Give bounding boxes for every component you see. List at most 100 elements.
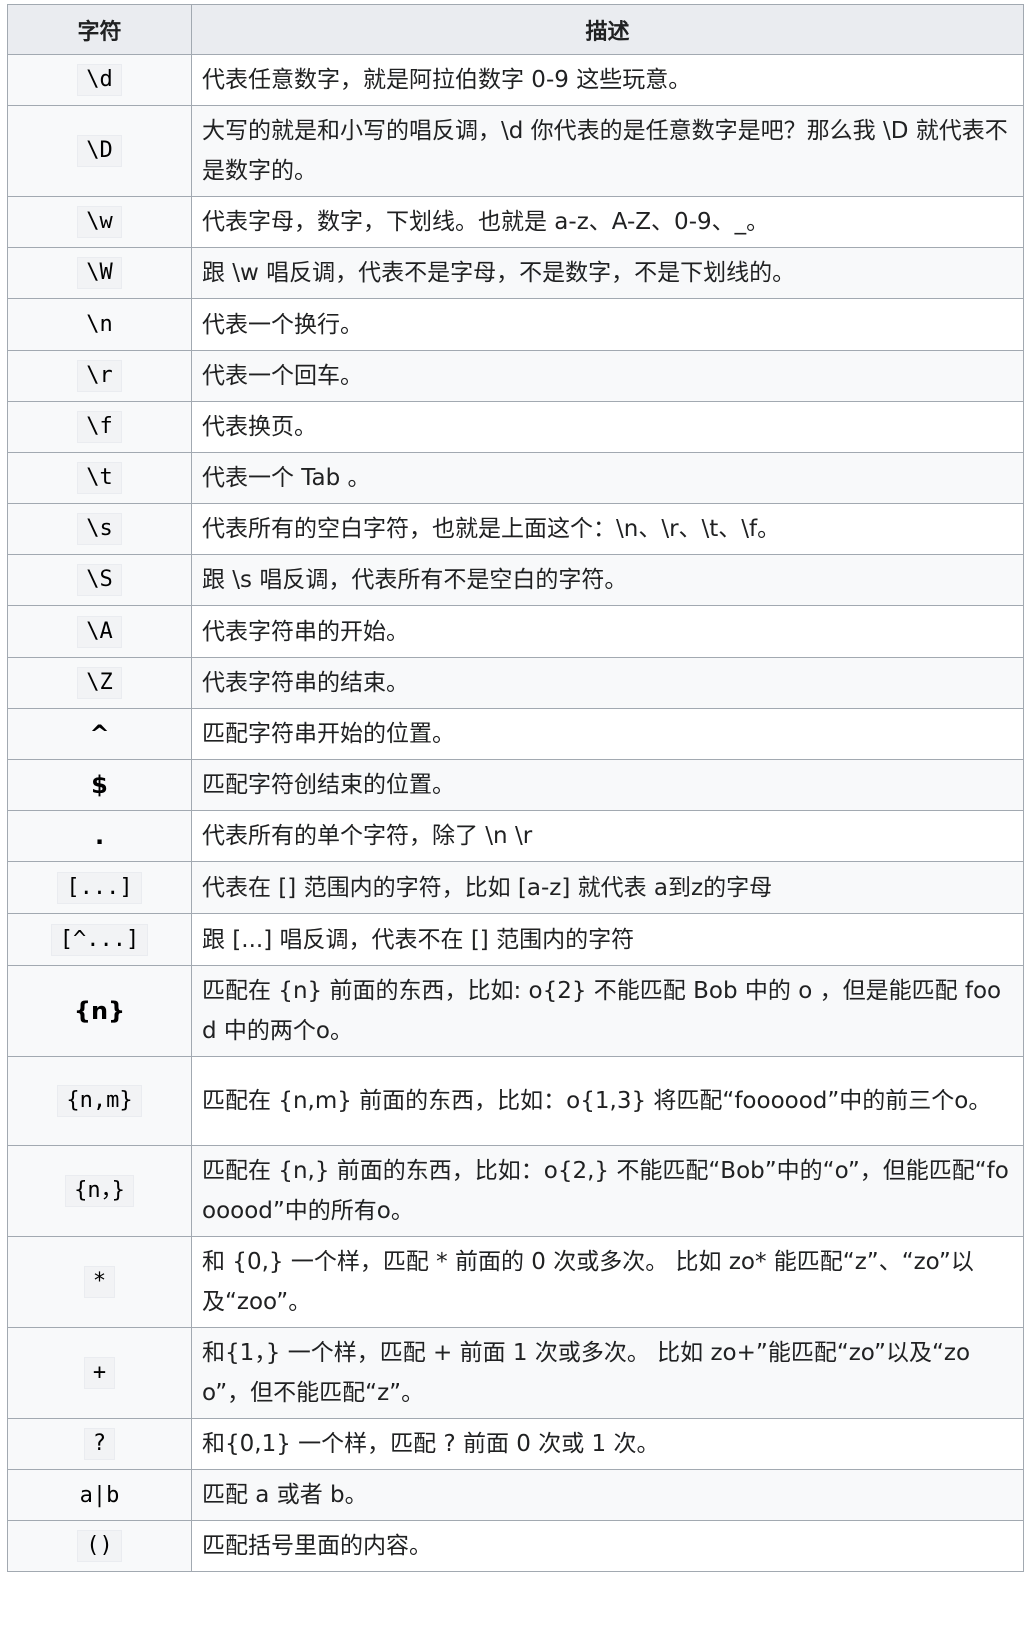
symbol-cell: {n} <box>7 965 192 1057</box>
description-cell: 代表字母，数字，下划线。也就是 a-z、A-Z、0-9、_。 <box>191 196 1024 248</box>
regex-symbol: \d <box>77 64 122 96</box>
table-row: {n，} 匹配在 {n,} 前面的东西，比如：o{2,} 不能匹配“Bob”中的“… <box>7 1145 1024 1237</box>
regex-symbol: \D <box>77 135 122 167</box>
description-cell: 代表字符串的开始。 <box>191 605 1024 658</box>
description-cell: 匹配 a 或者 b。 <box>191 1469 1024 1521</box>
table-row: \r 代表一个回车。 <box>7 350 1024 402</box>
regex-symbol: * <box>83 1266 116 1298</box>
regex-symbol: \S <box>77 564 122 596</box>
description-cell: 跟 \s 唱反调，代表所有不是空白的字符。 <box>191 554 1024 606</box>
regex-symbol: \A <box>77 615 122 648</box>
symbol-cell: $ <box>7 759 192 811</box>
description-cell: 代表字符串的结束。 <box>191 657 1024 709</box>
symbol-cell: {n，} <box>7 1145 192 1237</box>
symbol-cell: [...] <box>7 861 192 914</box>
regex-symbol: \s <box>77 513 122 545</box>
regex-symbol: . <box>94 822 105 850</box>
table-row: \n 代表一个换行。 <box>7 298 1024 351</box>
description-cell: 代表所有的单个字符，除了 \n \r <box>191 810 1024 862</box>
description-cell: 代表一个换行。 <box>191 298 1024 351</box>
symbol-cell: \n <box>7 298 192 351</box>
table-row: [...] 代表在 [] 范围内的字符，比如 [a-z] 就代表 a到z的字母 <box>7 861 1024 914</box>
regex-symbol: \t <box>77 462 122 494</box>
table-row: \f 代表换页。 <box>7 401 1024 453</box>
header-symbol: 字符 <box>7 4 192 55</box>
regex-symbol-table: 字符 描述 \d 代表任意数字，就是阿拉伯数字 0-9 这些玩意。 \D 大写的就是和… <box>7 4 1024 1572</box>
regex-symbol: () <box>77 1530 122 1562</box>
table-row: () 匹配括号里面的内容。 <box>7 1520 1024 1572</box>
table-row: \t 代表一个 Tab 。 <box>7 452 1024 504</box>
symbol-cell: \w <box>7 196 192 248</box>
description-cell: 代表所有的空白字符，也就是上面这个：\n、\r、\t、\f。 <box>191 503 1024 555</box>
symbol-cell: {n,m} <box>7 1056 192 1146</box>
regex-symbol: $ <box>91 771 108 799</box>
table-row: [^...] 跟 [...] 唱反调，代表不在 [] 范围内的字符 <box>7 913 1024 966</box>
regex-symbol: a|b <box>79 1482 120 1508</box>
description-cell: 匹配在 {n,m} 前面的东西，比如：o{1,3} 将匹配“foooood”中的… <box>191 1056 1024 1146</box>
symbol-cell: \f <box>7 401 192 453</box>
description-cell: 代表一个 Tab 。 <box>191 452 1024 504</box>
table-row: \S 跟 \s 唱反调，代表所有不是空白的字符。 <box>7 554 1024 606</box>
symbol-cell: \Z <box>7 657 192 709</box>
symbol-cell: \s <box>7 503 192 555</box>
regex-symbol: \r <box>77 360 122 392</box>
regex-symbol: {n} <box>73 997 126 1025</box>
symbol-cell: . <box>7 810 192 862</box>
symbol-cell: \S <box>7 554 192 606</box>
regex-symbol: ^ <box>89 720 110 748</box>
regex-symbol: \Z <box>77 667 122 699</box>
description-cell: 和{0,1} 一个样，匹配 ? 前面 0 次或 1 次。 <box>191 1418 1024 1470</box>
description-cell: 匹配字符串开始的位置。 <box>191 708 1024 760</box>
table-row: \s 代表所有的空白字符，也就是上面这个：\n、\r、\t、\f。 <box>7 503 1024 555</box>
symbol-cell: \D <box>7 105 192 197</box>
table-row: * 和 {0,} 一个样，匹配 * 前面的 0 次或多次。 比如 zo* 能匹配“… <box>7 1236 1024 1328</box>
table-row: \D 大写的就是和小写的唱反调，\d 你代表的是任意数字是吧？那么我 \D 就代表… <box>7 105 1024 197</box>
regex-symbol: {n，} <box>65 1175 134 1207</box>
table-row: + 和{1，} 一个样，匹配 + 前面 1 次或多次。 比如 zo+”能匹配“zo… <box>7 1327 1024 1419</box>
symbol-cell: () <box>7 1520 192 1572</box>
table-row: ? 和{0,1} 一个样，匹配 ? 前面 0 次或 1 次。 <box>7 1418 1024 1470</box>
symbol-cell: a|b <box>7 1469 192 1521</box>
symbol-cell: ^ <box>7 708 192 760</box>
table-row: {n} 匹配在 {n} 前面的东西，比如: o{2} 不能匹配 Bob 中的 o … <box>7 965 1024 1057</box>
symbol-cell: \d <box>7 54 192 106</box>
description-cell: 大写的就是和小写的唱反调，\d 你代表的是任意数字是吧？那么我 \D 就代表不是… <box>191 105 1024 197</box>
regex-symbol: \W <box>77 257 122 289</box>
table-row: {n,m} 匹配在 {n,m} 前面的东西，比如：o{1,3} 将匹配“foooo… <box>7 1056 1024 1146</box>
description-cell: 匹配在 {n,} 前面的东西，比如：o{2,} 不能匹配“Bob”中的“o”，但… <box>191 1145 1024 1237</box>
symbol-cell: ? <box>7 1418 192 1470</box>
regex-symbol: \n <box>86 312 113 337</box>
description-cell: 匹配字符创结束的位置。 <box>191 759 1024 811</box>
table-row: a|b 匹配 a 或者 b。 <box>7 1469 1024 1521</box>
description-cell: 匹配括号里面的内容。 <box>191 1520 1024 1572</box>
table-row: \d 代表任意数字，就是阿拉伯数字 0-9 这些玩意。 <box>7 54 1024 106</box>
symbol-cell: \A <box>7 605 192 658</box>
symbol-cell: + <box>7 1327 192 1419</box>
regex-symbol: \w <box>77 206 122 238</box>
symbol-cell: [^...] <box>7 913 192 966</box>
regex-symbol: [^...] <box>50 923 149 956</box>
table-row: \W 跟 \w 唱反调，代表不是字母，不是数字，不是下划线的。 <box>7 247 1024 299</box>
table-row: . 代表所有的单个字符，除了 \n \r <box>7 810 1024 862</box>
header-description: 描述 <box>191 4 1024 55</box>
symbol-cell: * <box>7 1236 192 1328</box>
description-cell: 跟 \w 唱反调，代表不是字母，不是数字，不是下划线的。 <box>191 247 1024 299</box>
regex-symbol: \f <box>77 411 122 443</box>
symbol-cell: \W <box>7 247 192 299</box>
table-row: \A 代表字符串的开始。 <box>7 605 1024 658</box>
description-cell: 代表换页。 <box>191 401 1024 453</box>
regex-symbol: [...] <box>57 871 142 904</box>
regex-symbol: + <box>83 1357 116 1389</box>
table-row: \Z 代表字符串的结束。 <box>7 657 1024 709</box>
regex-symbol: ? <box>83 1428 116 1460</box>
table-row: \w 代表字母，数字，下划线。也就是 a-z、A-Z、0-9、_。 <box>7 196 1024 248</box>
table-row: $ 匹配字符创结束的位置。 <box>7 759 1024 811</box>
symbol-cell: \t <box>7 452 192 504</box>
table-header-row: 字符 描述 <box>7 4 1024 55</box>
description-cell: 跟 [...] 唱反调，代表不在 [] 范围内的字符 <box>191 913 1024 966</box>
description-cell: 代表一个回车。 <box>191 350 1024 402</box>
regex-symbol: {n,m} <box>57 1085 142 1117</box>
description-cell: 代表在 [] 范围内的字符，比如 [a-z] 就代表 a到z的字母 <box>191 861 1024 914</box>
description-cell: 代表任意数字，就是阿拉伯数字 0-9 这些玩意。 <box>191 54 1024 106</box>
symbol-cell: \r <box>7 350 192 402</box>
